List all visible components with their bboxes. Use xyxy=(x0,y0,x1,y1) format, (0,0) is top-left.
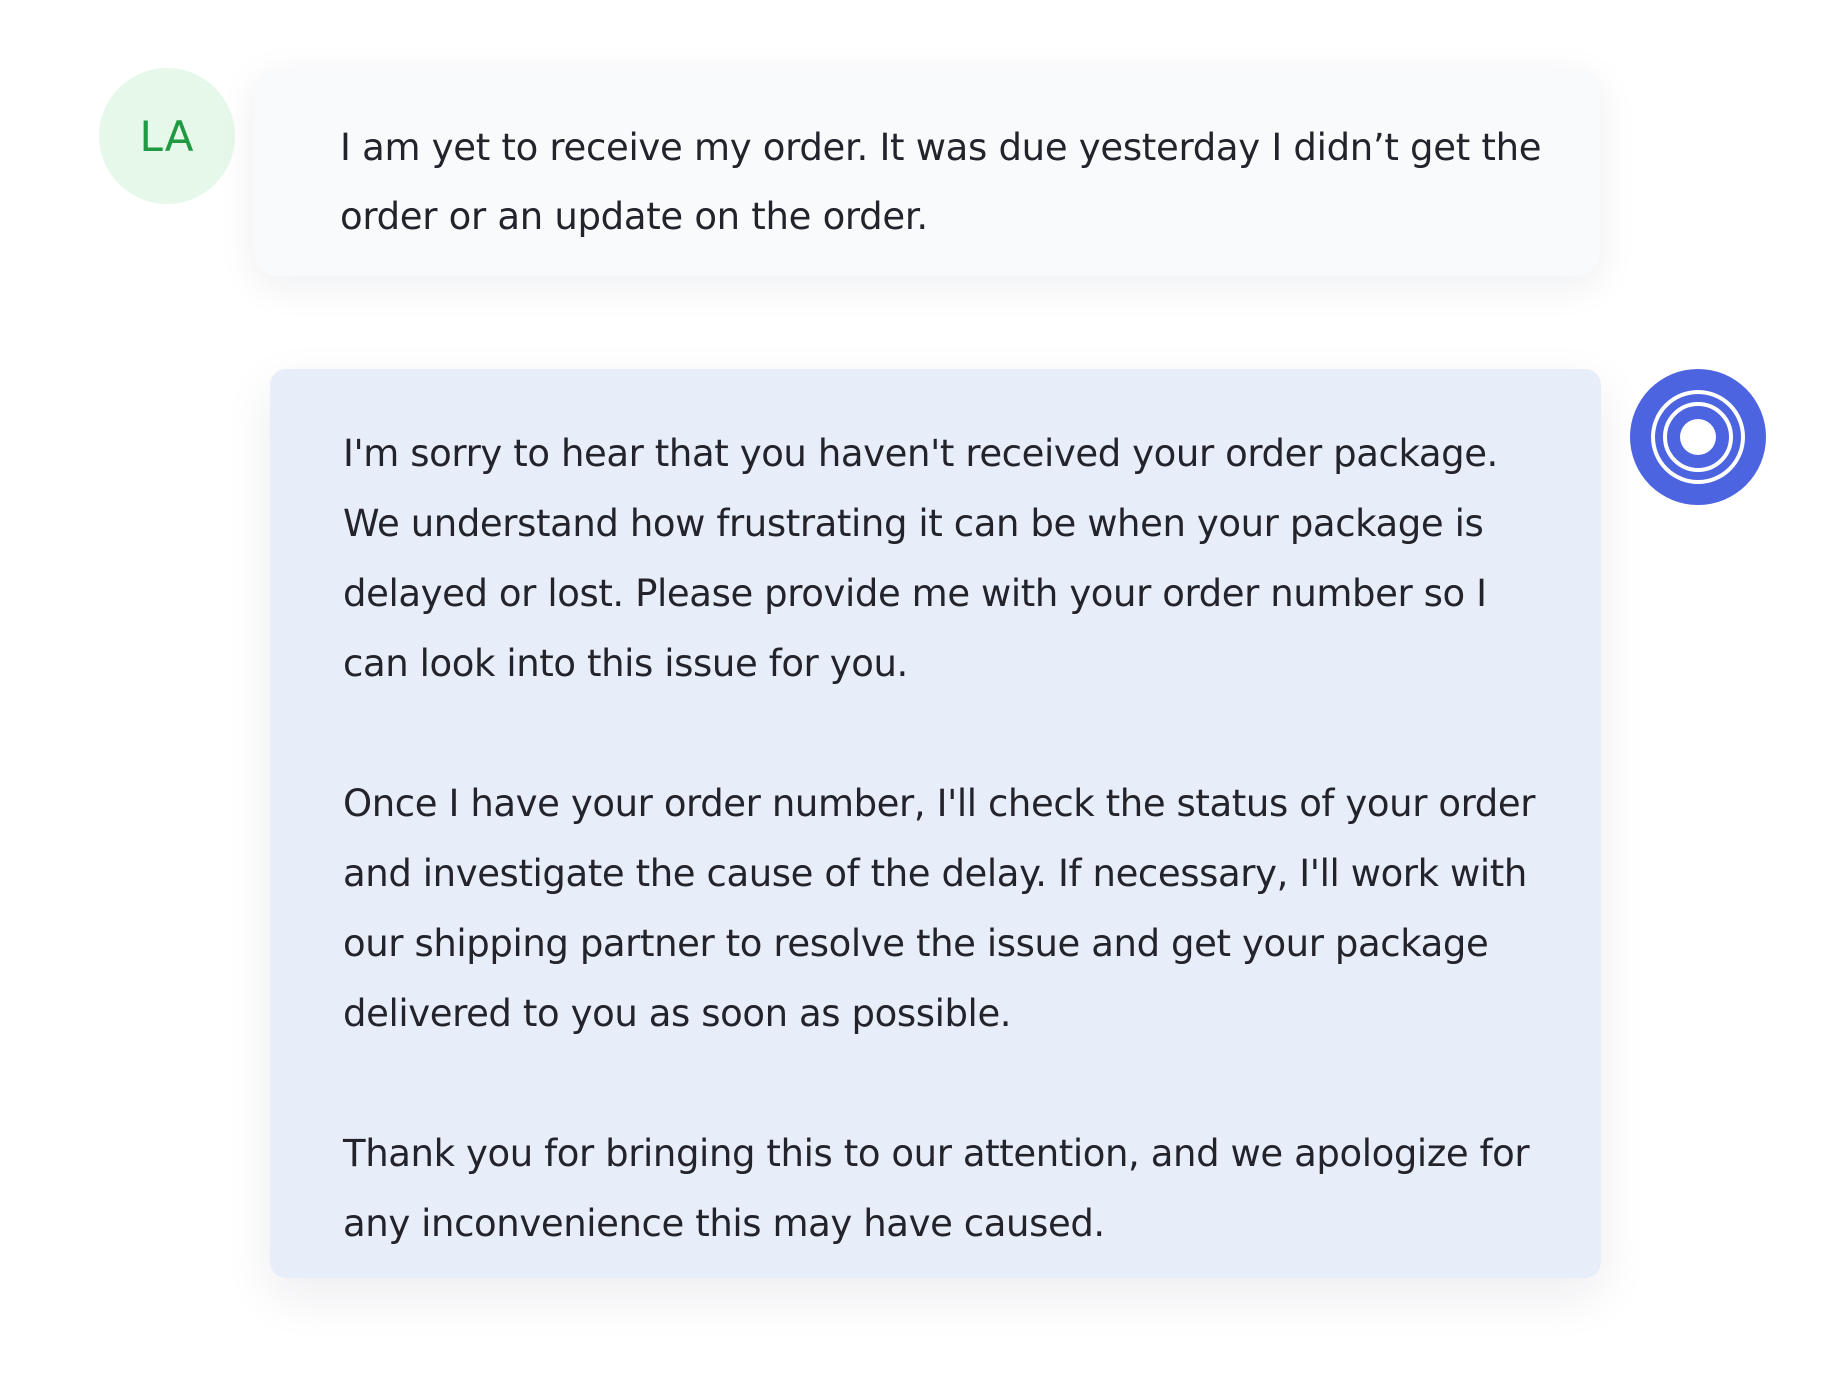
user-message-text: I am yet to receive my order. It was due… xyxy=(340,126,1542,238)
user-avatar-initials: LA xyxy=(139,111,195,161)
bot-message-paragraph-3: Thank you for bringing this to our atten… xyxy=(343,1132,1530,1245)
concentric-rings-icon xyxy=(1651,390,1745,484)
bot-message-paragraph-2: Once I have your order number, I'll chec… xyxy=(343,782,1536,1035)
bot-message-bubble: I'm sorry to hear that you haven't recei… xyxy=(270,369,1601,1278)
bot-avatar xyxy=(1630,369,1766,505)
user-message-bubble: I am yet to receive my order. It was due… xyxy=(254,68,1600,276)
bot-message-paragraph-1: I'm sorry to hear that you haven't recei… xyxy=(343,432,1498,685)
user-avatar: LA xyxy=(99,68,235,204)
